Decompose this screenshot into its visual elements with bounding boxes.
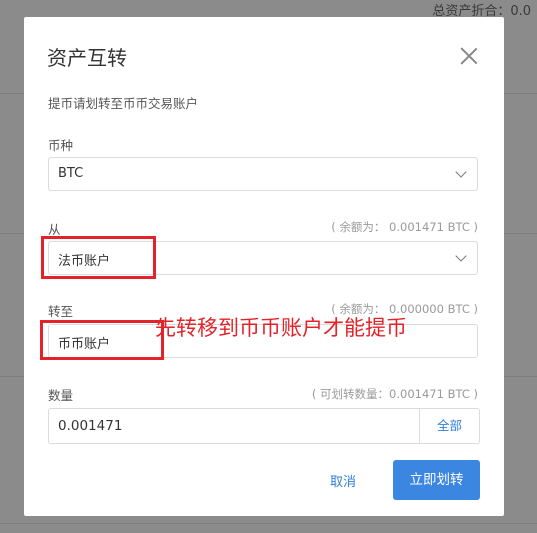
- annotation-highlight-box: [40, 320, 164, 360]
- chevron-down-icon: [455, 250, 467, 262]
- transfer-now-button[interactable]: 立即划转: [393, 460, 480, 500]
- background-total-assets: 总资产折合：0.0: [432, 4, 531, 19]
- quantity-label: 数量: [48, 388, 74, 403]
- all-button[interactable]: 全部: [419, 409, 479, 443]
- annotation-note: 先转移到币币账户才能提币: [155, 316, 407, 340]
- cancel-button[interactable]: 取消: [330, 471, 356, 490]
- chevron-down-icon: [455, 166, 467, 178]
- background-divider: [0, 523, 537, 524]
- annotation-highlight-box: [41, 236, 156, 279]
- currency-select[interactable]: BTC: [48, 157, 478, 191]
- dialog-title: 资产互转: [47, 46, 127, 70]
- to-label: 转至: [48, 304, 74, 319]
- quantity-value: 0.001471: [58, 418, 123, 434]
- from-balance: ( 余额为： 0.001471 BTC ): [331, 220, 478, 234]
- transferable-amount: ( 可划转数量：0.001471 BTC ): [311, 387, 478, 401]
- transfer-hint: 提币请划转至币币交易账户: [48, 96, 199, 111]
- currency-value: BTC: [58, 166, 84, 181]
- currency-label: 币种: [48, 138, 74, 153]
- quantity-input[interactable]: 0.001471 全部: [48, 408, 480, 444]
- close-icon[interactable]: [458, 45, 480, 67]
